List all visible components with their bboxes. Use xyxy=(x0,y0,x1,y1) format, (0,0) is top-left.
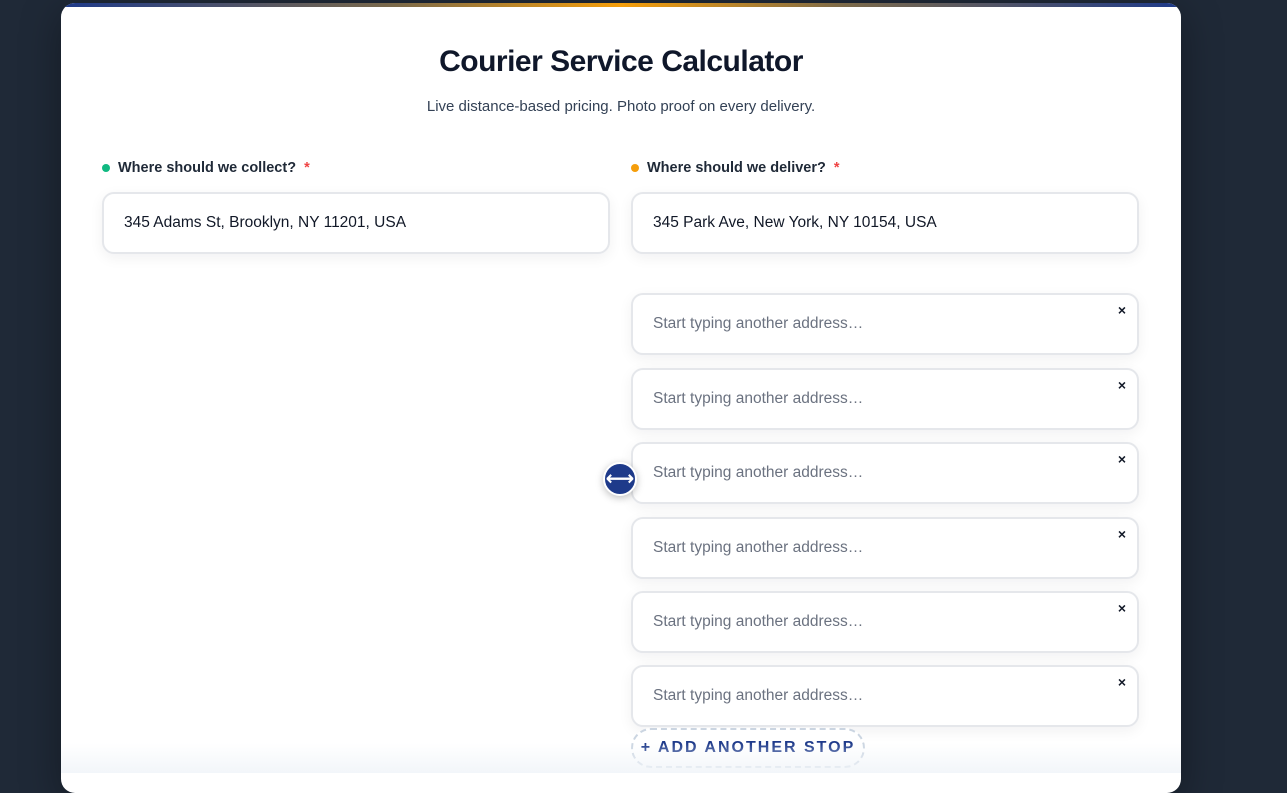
remove-stop-icon[interactable]: × xyxy=(1115,675,1129,689)
page-title: Courier Service Calculator xyxy=(439,45,803,78)
required-mark: * xyxy=(833,160,840,176)
stop-field: × xyxy=(631,442,1139,504)
stop-address-input[interactable] xyxy=(653,370,1093,428)
stop-address-input[interactable] xyxy=(653,444,1093,502)
stop-address-input[interactable] xyxy=(653,667,1093,725)
pickup-label-text: Where should we collect? xyxy=(118,160,297,176)
stop-field: × xyxy=(631,293,1139,355)
swap-addresses-icon[interactable]: ⟷ xyxy=(603,462,637,496)
dropoff-label: Where should we deliver? * xyxy=(631,160,840,176)
stop-field: × xyxy=(631,517,1139,579)
stop-address-input[interactable] xyxy=(653,593,1093,651)
remove-stop-icon[interactable]: × xyxy=(1115,452,1129,466)
page-subtitle: Live distance-based pricing. Photo proof… xyxy=(426,98,816,115)
add-stop-button[interactable]: + ADD ANOTHER STOP xyxy=(631,728,865,768)
required-mark: * xyxy=(304,160,310,176)
pickup-dot-icon xyxy=(102,164,110,172)
remove-stop-icon[interactable]: × xyxy=(1115,378,1129,392)
accent-bar xyxy=(61,3,1181,7)
dropoff-label-text: Where should we deliver? xyxy=(647,160,826,176)
stop-field: × xyxy=(631,665,1139,727)
stop-field: × xyxy=(631,591,1139,653)
dropoff-address-value: 345 Park Ave, New York, NY 10154, USA xyxy=(653,214,937,231)
stop-field: × xyxy=(631,368,1139,430)
remove-stop-icon[interactable]: × xyxy=(1115,527,1129,541)
dropoff-dot-icon xyxy=(631,164,639,172)
remove-stop-icon[interactable]: × xyxy=(1115,601,1129,615)
stop-address-input[interactable] xyxy=(653,295,1093,353)
pickup-address-input[interactable]: 345 Adams St, Brooklyn, NY 11201, USA xyxy=(102,192,610,254)
pickup-address-value: 345 Adams St, Brooklyn, NY 11201, USA xyxy=(124,214,407,231)
remove-stop-icon[interactable]: × xyxy=(1115,303,1129,317)
pickup-label: Where should we collect? * xyxy=(102,160,310,176)
dropoff-address-input[interactable]: 345 Park Ave, New York, NY 10154, USA xyxy=(631,192,1139,254)
stop-address-input[interactable] xyxy=(653,519,1093,577)
calculator-card: Courier Service Calculator Live distance… xyxy=(61,3,1181,793)
